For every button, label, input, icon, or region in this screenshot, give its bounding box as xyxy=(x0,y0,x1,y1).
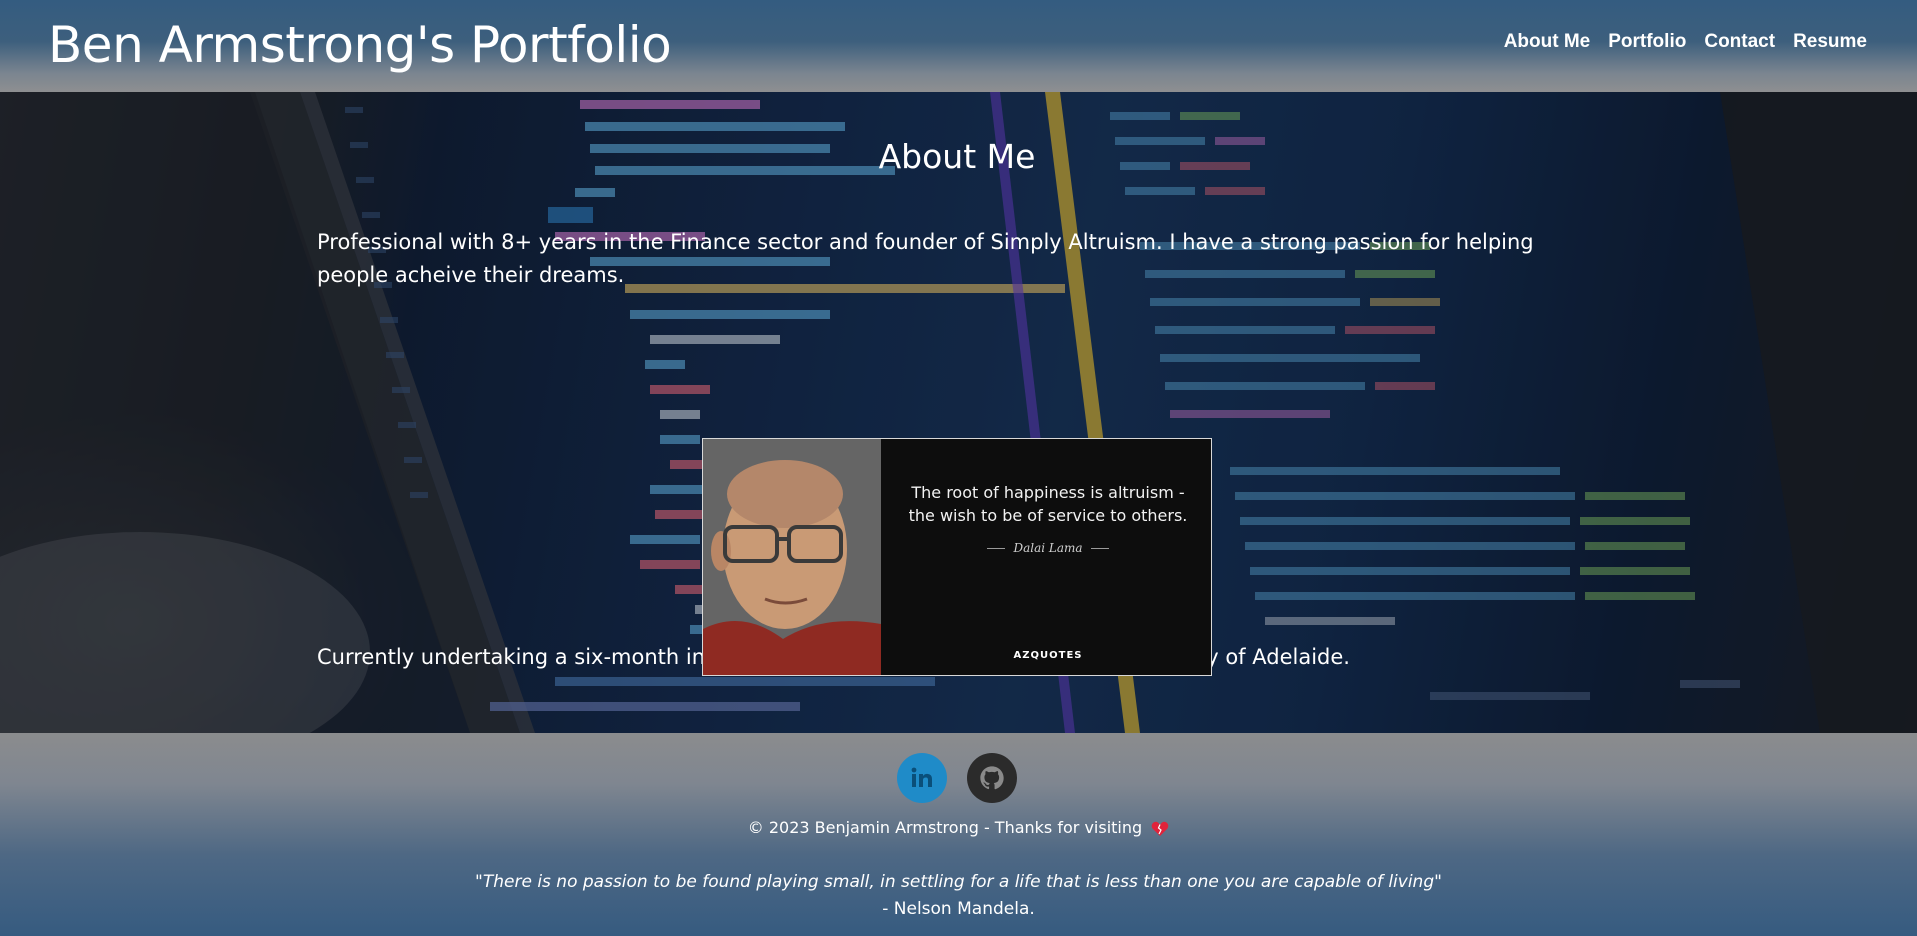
linkedin-icon xyxy=(911,767,932,787)
dalai-lama-portrait xyxy=(703,439,881,675)
nav-link-about-me[interactable]: About Me xyxy=(1504,31,1591,53)
footer-quote-author: - Nelson Mandela. xyxy=(882,899,1035,919)
social-links xyxy=(897,753,1017,803)
quote-text: The root of happiness is altruism - the … xyxy=(908,483,1188,525)
github-icon xyxy=(980,766,1004,790)
about-paragraph-intro: Professional with 8+ years in the Financ… xyxy=(317,230,1534,287)
footer-quote-text: "There is no passion to be found playing… xyxy=(475,872,1442,892)
quote-author: Dalai Lama xyxy=(903,541,1193,555)
broken-heart-icon xyxy=(1151,821,1169,836)
quote-image: The root of happiness is altruism - the … xyxy=(702,438,1212,676)
linkedin-button[interactable] xyxy=(897,753,947,803)
site-footer: © 2023 Benjamin Armstrong - Thanks for v… xyxy=(0,733,1917,936)
github-button[interactable] xyxy=(967,753,1017,803)
nav-link-portfolio[interactable]: Portfolio xyxy=(1608,31,1686,53)
site-title: Ben Armstrong's Portfolio xyxy=(48,16,672,74)
site-header: Ben Armstrong's Portfolio About Me Portf… xyxy=(0,0,1917,92)
main-nav: About Me Portfolio Contact Resume xyxy=(1504,31,1867,53)
about-section: About Me Professional with 8+ years in t… xyxy=(0,92,1917,733)
quote-author-name: Dalai Lama xyxy=(1013,541,1083,555)
nav-link-resume[interactable]: Resume xyxy=(1793,31,1867,53)
copyright-label: © 2023 Benjamin Armstrong - Thanks for v… xyxy=(747,818,1143,837)
azquotes-logo: AZQUOTES xyxy=(1013,650,1083,661)
footer-quote: "There is no passion to be found playing… xyxy=(0,869,1917,923)
nav-link-contact[interactable]: Contact xyxy=(1704,31,1775,53)
about-heading: About Me xyxy=(878,137,1036,176)
copyright-text: © 2023 Benjamin Armstrong - Thanks for v… xyxy=(0,818,1917,837)
